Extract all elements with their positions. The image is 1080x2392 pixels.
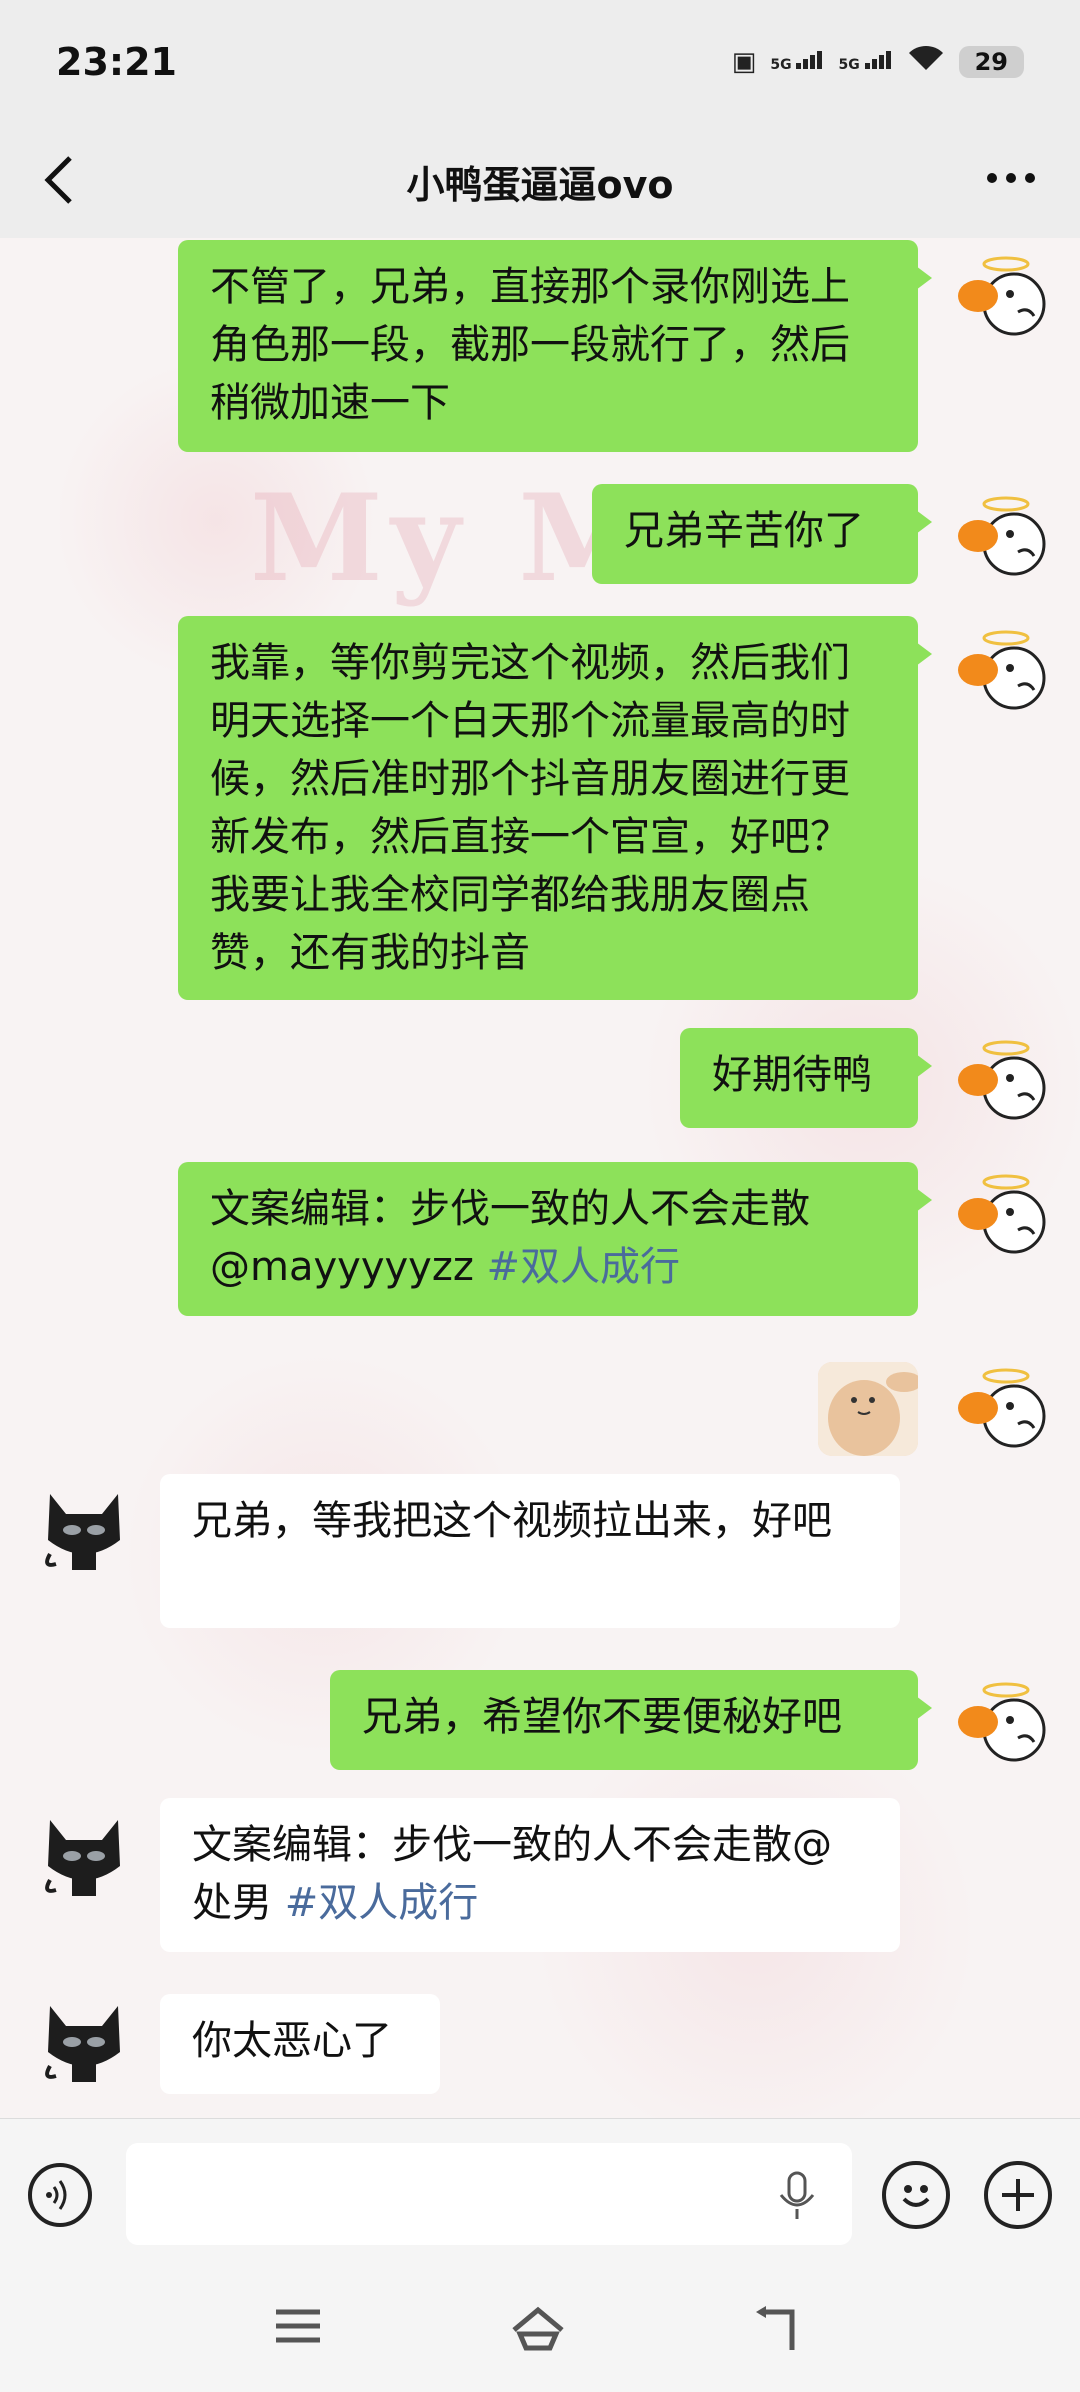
signal-icon-sim1: 5G — [770, 51, 824, 72]
message-text: 兄弟，希望你不要便秘好吧 — [362, 1694, 842, 1740]
sim1-network-label: 5G — [770, 57, 792, 73]
outgoing-message[interactable]: 不管了，兄弟，直接那个录你刚选上角色那一段，截那一段就行了，然后稍微加速一下 — [178, 240, 932, 452]
input-bar — [0, 2118, 1080, 2269]
cat-avatar[interactable] — [36, 1990, 132, 2086]
duck-avatar[interactable] — [958, 250, 1054, 346]
hashtag-link[interactable]: #双人成行 — [487, 1244, 681, 1290]
status-icons: ▣ 5G 5G 29 — [732, 44, 1024, 79]
home-icon[interactable] — [508, 2304, 568, 2366]
cat-avatar[interactable] — [36, 1804, 132, 1900]
outgoing-message[interactable]: 好期待鸭 — [680, 1028, 932, 1128]
duck-avatar[interactable] — [958, 1362, 1054, 1458]
message-text: 兄弟，等我把这个视频拉出来，好吧 — [192, 1498, 832, 1544]
signal-icon-sim2: 5G — [838, 51, 892, 72]
incoming-message[interactable]: 文案编辑：步伐一致的人不会走散@处男 #双人成行 — [160, 1798, 900, 1952]
system-nav-bar — [0, 2268, 1080, 2392]
outgoing-message[interactable]: 我靠，等你剪完这个视频，然后我们明天选择一个白天那个流量最高的时候，然后准时那个… — [178, 616, 932, 1000]
menu-icon[interactable] — [272, 2304, 324, 2360]
chat-header: 小鸭蛋逼逼ovo — [0, 130, 1080, 239]
emoji-icon[interactable] — [882, 2161, 950, 2229]
message-text: 好期待鸭 — [712, 1052, 872, 1098]
back-icon[interactable] — [752, 2304, 804, 2366]
cat-avatar[interactable] — [36, 1478, 132, 1574]
voice-icon[interactable] — [28, 2163, 92, 2227]
sticker-image[interactable] — [818, 1362, 918, 1456]
status-bar: 23:21 ▣ 5G 5G 29 — [0, 0, 1080, 130]
incoming-message[interactable]: 兄弟，等我把这个视频拉出来，好吧 — [160, 1474, 900, 1628]
outgoing-message[interactable]: 文案编辑：步伐一致的人不会走散@mayyyyyzz #双人成行 — [178, 1162, 932, 1316]
message-input[interactable] — [126, 2143, 852, 2245]
message-text: 不管了，兄弟，直接那个录你刚选上角色那一段，截那一段就行了，然后稍微加速一下 — [210, 264, 850, 426]
duck-avatar[interactable] — [958, 1676, 1054, 1772]
vibrate-icon: ▣ — [731, 46, 757, 77]
incoming-message[interactable]: 你太恶心了 — [160, 1994, 440, 2094]
wifi-icon — [907, 44, 945, 79]
clock: 23:21 — [56, 40, 177, 84]
hashtag-link[interactable]: #双人成行 — [285, 1880, 479, 1926]
message-text: 兄弟辛苦你了 — [624, 508, 864, 554]
sim2-network-label: 5G — [838, 57, 860, 73]
duck-avatar[interactable] — [958, 1168, 1054, 1264]
more-icon[interactable] — [986, 148, 1036, 220]
plus-icon[interactable] — [984, 2161, 1052, 2229]
microphone-icon[interactable] — [772, 2169, 822, 2223]
outgoing-message[interactable]: 兄弟辛苦你了 — [592, 484, 932, 584]
duck-avatar[interactable] — [958, 490, 1054, 586]
duck-avatar[interactable] — [958, 624, 1054, 720]
message-list[interactable]: My M 不管了，兄弟，直接那个录你刚选上角色那一段，截那一段就行了，然后稍微加… — [0, 238, 1080, 2118]
message-text: 你太恶心了 — [192, 2018, 392, 2064]
outgoing-message[interactable]: 兄弟，希望你不要便秘好吧 — [330, 1670, 932, 1770]
duck-avatar[interactable] — [958, 1034, 1054, 1130]
battery-indicator: 29 — [958, 45, 1024, 78]
chat-title: 小鸭蛋逼逼ovo — [406, 163, 674, 207]
message-text: 我靠，等你剪完这个视频，然后我们明天选择一个白天那个流量最高的时候，然后准时那个… — [210, 640, 850, 976]
